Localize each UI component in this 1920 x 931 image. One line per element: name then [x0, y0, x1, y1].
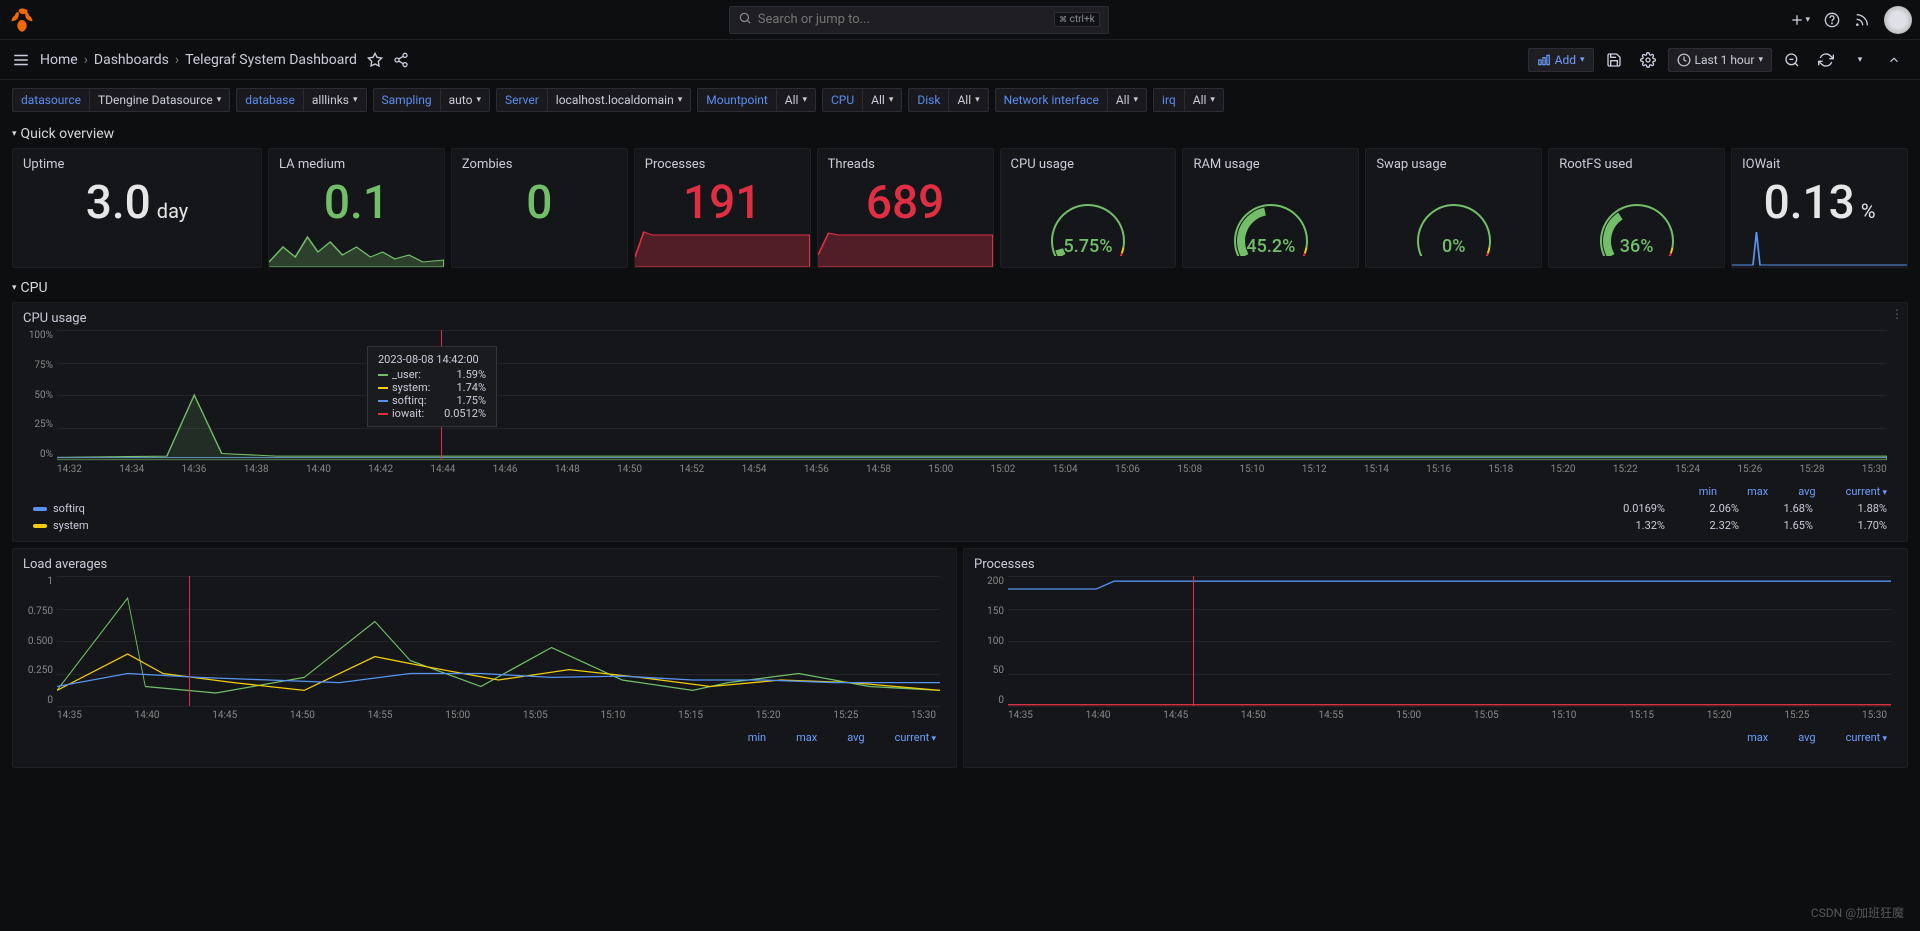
variable-Server[interactable]: Serverlocalhost.localdomain ▾	[496, 88, 691, 112]
cpu-usage-panel-wrap: CPU usage ⋮ 100%75%50%25%0% 2023-08-08 1…	[12, 302, 1908, 542]
star-icon[interactable]	[367, 52, 383, 68]
panel-title: CPU usage	[13, 303, 1907, 330]
variable-Disk[interactable]: DiskAll ▾	[908, 88, 988, 112]
chart-tooltip: 2023-08-08 14:42:00 _user:1.59%system:1.…	[367, 346, 497, 427]
crumb-dashboards[interactable]: Dashboards	[94, 52, 169, 68]
topbar: ⌘ ctrl+k ▾	[0, 0, 1920, 40]
grafana-logo[interactable]	[8, 6, 36, 34]
settings-icon[interactable]	[1634, 46, 1662, 74]
panel-iowait: IOWait 0.13%	[1731, 148, 1908, 268]
variables-bar: datasourceTDengine Datasource ▾databasea…	[0, 80, 1920, 120]
load-averages-panel: Load averages 10.7500.5000.2500 14:3514:…	[12, 548, 957, 768]
zoom-out-icon[interactable]	[1778, 46, 1806, 74]
row-header-overview[interactable]: ▾Quick overview	[0, 120, 1920, 148]
watermark: CSDN @加班狂魔	[1811, 904, 1904, 921]
refresh-icon[interactable]	[1812, 46, 1840, 74]
row-header-cpu[interactable]: ▾CPU	[0, 274, 1920, 302]
refresh-dropdown[interactable]: ▾	[1846, 46, 1874, 74]
panel-ram: RAM usage 45.2%	[1182, 148, 1359, 268]
crumb-home[interactable]: Home	[40, 52, 78, 68]
processes-panel: Processes 200150100500 14:3514:4014:4514…	[963, 548, 1908, 768]
row-overview: Uptime 3.0day LA medium 0.1 Zombies 0 Pr…	[0, 148, 1920, 274]
collapse-icon[interactable]	[1880, 46, 1908, 74]
search-kbd: ⌘ ctrl+k	[1054, 12, 1100, 27]
avatar[interactable]	[1884, 6, 1912, 34]
panel-la: LA medium 0.1	[268, 148, 445, 268]
save-icon[interactable]	[1600, 46, 1628, 74]
add-icon[interactable]: ▾	[1789, 12, 1810, 28]
panel-menu-icon[interactable]: ⋮	[1891, 307, 1903, 321]
cpu-chart[interactable]: 100%75%50%25%0% 2023-08-08 14:42:00 _use…	[57, 330, 1887, 460]
variable-Network interface[interactable]: Network interfaceAll ▾	[995, 88, 1147, 112]
panel-processes: Processes 191	[634, 148, 811, 268]
share-icon[interactable]	[393, 52, 409, 68]
variable-CPU[interactable]: CPUAll ▾	[822, 88, 902, 112]
panel-threads: Threads 689	[817, 148, 994, 268]
variable-Sampling[interactable]: Samplingauto ▾	[373, 88, 490, 112]
row-bottom: Load averages 10.7500.5000.2500 14:3514:…	[0, 548, 1920, 774]
panel-uptime: Uptime 3.0day	[12, 148, 262, 268]
cpu-legend: minmaxavgcurrent softirq0.0169%2.06%1.68…	[33, 483, 1887, 534]
variable-Mountpoint[interactable]: MountpointAll ▾	[697, 88, 816, 112]
variable-datasource[interactable]: datasourceTDengine Datasource ▾	[12, 88, 230, 112]
search-input[interactable]	[758, 12, 1048, 27]
panel-swap: Swap usage 0%	[1365, 148, 1542, 268]
panel-cpu: CPU usage 5.75%	[1000, 148, 1177, 268]
search-icon	[738, 11, 752, 28]
crumb-current: Telegraf System Dashboard	[185, 52, 357, 68]
subbar: Home› Dashboards› Telegraf System Dashbo…	[0, 40, 1920, 80]
search-box[interactable]: ⌘ ctrl+k	[729, 6, 1109, 34]
panel-rootfs: RootFS used 36%	[1548, 148, 1725, 268]
proc-chart[interactable]: 200150100500	[1008, 576, 1891, 706]
add-button[interactable]: Add▾	[1528, 48, 1594, 72]
help-icon[interactable]	[1824, 12, 1840, 28]
rss-icon[interactable]	[1854, 12, 1870, 28]
load-chart[interactable]: 10.7500.5000.2500	[57, 576, 940, 706]
variable-irq[interactable]: irqAll ▾	[1153, 88, 1224, 112]
panel-zombies: Zombies 0	[451, 148, 628, 268]
breadcrumb: Home› Dashboards› Telegraf System Dashbo…	[40, 52, 357, 68]
menu-icon[interactable]	[12, 51, 30, 69]
time-range-button[interactable]: Last 1 hour▾	[1668, 48, 1772, 72]
variable-database[interactable]: databasealllinks ▾	[236, 88, 366, 112]
